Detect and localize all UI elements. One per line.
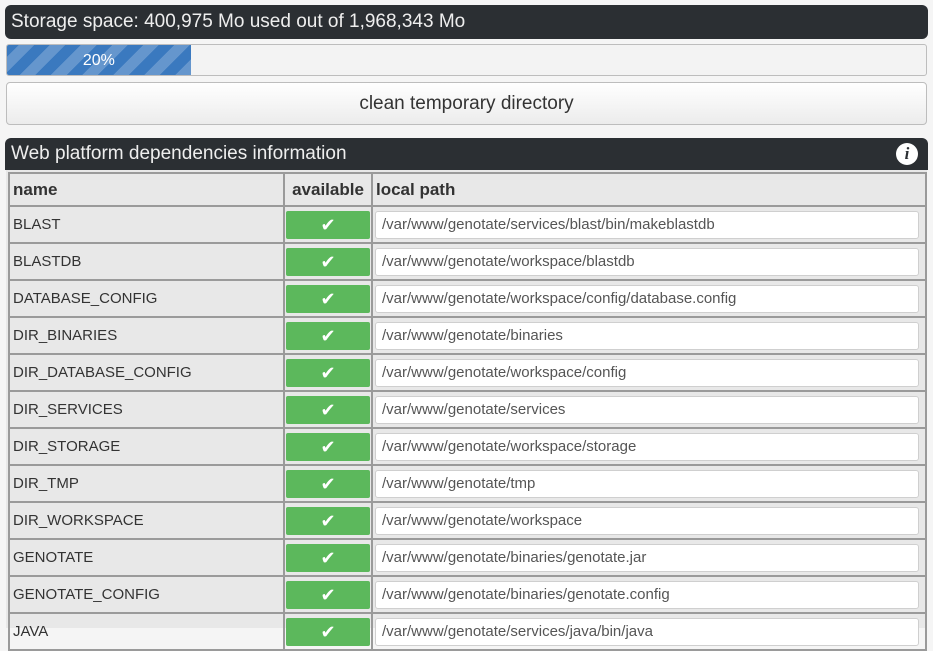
dependency-name: GENOTATE_CONFIG xyxy=(8,575,285,614)
availability-cell: ✔ xyxy=(283,575,373,614)
local-path-input[interactable] xyxy=(375,247,919,276)
dependency-name: DIR_WORKSPACE xyxy=(8,501,285,540)
table-row: DIR_DATABASE_CONFIG ✔ xyxy=(8,353,927,392)
dependency-name: BLAST xyxy=(8,205,285,244)
local-path-input[interactable] xyxy=(375,580,919,609)
check-icon: ✔ xyxy=(286,617,370,646)
clean-temporary-directory-button[interactable]: clean temporary directory xyxy=(6,82,927,125)
dependency-name: DIR_TMP xyxy=(8,464,285,503)
info-icon[interactable]: i xyxy=(896,143,918,165)
local-path-input[interactable] xyxy=(375,395,919,424)
check-icon: ✔ xyxy=(286,210,370,239)
local-path-cell xyxy=(371,316,927,355)
local-path-input[interactable] xyxy=(375,543,919,572)
availability-cell: ✔ xyxy=(283,316,373,355)
local-path-input[interactable] xyxy=(375,432,919,461)
dependency-name: DATABASE_CONFIG xyxy=(8,279,285,318)
dependency-name: DIR_BINARIES xyxy=(8,316,285,355)
availability-cell: ✔ xyxy=(283,464,373,503)
availability-cell: ✔ xyxy=(283,279,373,318)
column-header-local-path: local path xyxy=(371,172,927,207)
local-path-input[interactable] xyxy=(375,284,919,313)
availability-cell: ✔ xyxy=(283,538,373,577)
local-path-cell xyxy=(371,353,927,392)
table-row: BLASTDB ✔ xyxy=(8,242,927,281)
check-icon: ✔ xyxy=(286,284,370,313)
dependency-name: JAVA xyxy=(8,612,285,651)
column-header-name: name xyxy=(8,172,285,207)
column-header-available: available xyxy=(283,172,373,207)
storage-progress-fill: 20% xyxy=(7,45,191,75)
check-icon: ✔ xyxy=(286,580,370,609)
dependencies-table: name available local path BLAST✔BLASTDB✔… xyxy=(8,172,927,651)
check-icon: ✔ xyxy=(286,543,370,572)
availability-cell: ✔ xyxy=(283,612,373,651)
local-path-cell xyxy=(371,501,927,540)
table-header-row: name available local path xyxy=(8,172,927,207)
availability-cell: ✔ xyxy=(283,353,373,392)
dependencies-panel-header: Web platform dependencies information i xyxy=(5,138,928,170)
check-icon: ✔ xyxy=(286,469,370,498)
local-path-cell xyxy=(371,279,927,318)
table-row: BLAST ✔ xyxy=(8,205,927,244)
dependency-name: BLASTDB xyxy=(8,242,285,281)
dependency-name: DIR_DATABASE_CONFIG xyxy=(8,353,285,392)
local-path-cell xyxy=(371,464,927,503)
table-row: GENOTATE ✔ xyxy=(8,538,927,577)
local-path-cell xyxy=(371,205,927,244)
table-row: GENOTATE_CONFIG ✔ xyxy=(8,575,927,614)
table-row: DIR_BINARIES ✔ xyxy=(8,316,927,355)
local-path-cell xyxy=(371,538,927,577)
check-icon: ✔ xyxy=(286,432,370,461)
local-path-cell xyxy=(371,242,927,281)
local-path-input[interactable] xyxy=(375,469,919,498)
dependencies-title: Web platform dependencies information xyxy=(11,143,347,164)
local-path-cell xyxy=(371,390,927,429)
table-row: JAVA ✔ xyxy=(8,612,927,651)
local-path-input[interactable] xyxy=(375,321,919,350)
check-icon: ✔ xyxy=(286,321,370,350)
local-path-input[interactable] xyxy=(375,506,919,535)
availability-cell: ✔ xyxy=(283,205,373,244)
check-icon: ✔ xyxy=(286,506,370,535)
local-path-cell xyxy=(371,612,927,651)
table-row: DIR_STORAGE ✔ xyxy=(8,427,927,466)
check-icon: ✔ xyxy=(286,247,370,276)
local-path-cell xyxy=(371,427,927,466)
dependency-name: DIR_STORAGE xyxy=(8,427,285,466)
table-row: DIR_TMP ✔ xyxy=(8,464,927,503)
availability-cell: ✔ xyxy=(283,390,373,429)
dependencies-table-container: name available local path BLAST✔BLASTDB✔… xyxy=(6,170,927,651)
storage-progress-bar: 20% xyxy=(6,44,927,76)
local-path-input[interactable] xyxy=(375,358,919,387)
local-path-cell xyxy=(371,575,927,614)
table-row: DATABASE_CONFIG ✔ xyxy=(8,279,927,318)
availability-cell: ✔ xyxy=(283,501,373,540)
dependency-name: GENOTATE xyxy=(8,538,285,577)
local-path-input[interactable] xyxy=(375,617,919,646)
availability-cell: ✔ xyxy=(283,242,373,281)
check-icon: ✔ xyxy=(286,358,370,387)
dependency-name: DIR_SERVICES xyxy=(8,390,285,429)
table-row: DIR_WORKSPACE ✔ xyxy=(8,501,927,540)
local-path-input[interactable] xyxy=(375,210,919,239)
storage-space-header: Storage space: 400,975 Mo used out of 1,… xyxy=(5,5,928,39)
check-icon: ✔ xyxy=(286,395,370,424)
table-row: DIR_SERVICES ✔ xyxy=(8,390,927,429)
availability-cell: ✔ xyxy=(283,427,373,466)
